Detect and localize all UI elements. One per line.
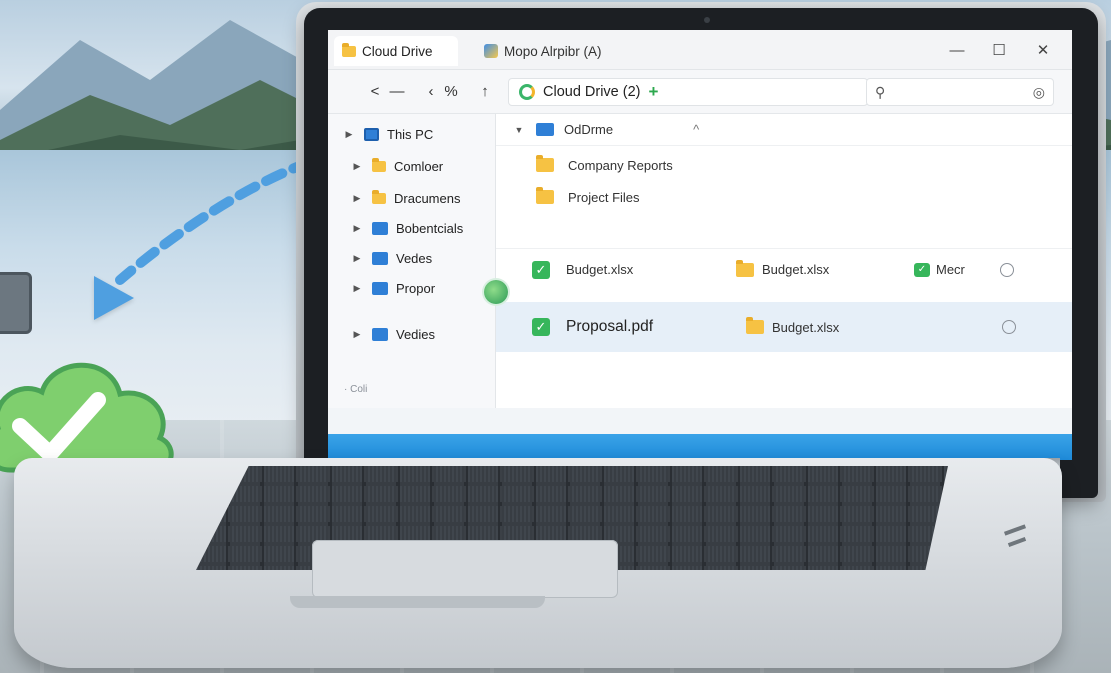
folder-icon (536, 155, 554, 172)
sidebar-item-dracumens[interactable]: ▶ Dracumens (350, 186, 460, 210)
sort-icon[interactable]: ^ (693, 122, 699, 137)
chevron-right-icon[interactable]: ▶ (350, 193, 364, 204)
sidebar-item-vedies[interactable]: ▶ Vedies (350, 322, 436, 346)
address-text: Cloud Drive (2) (543, 84, 641, 100)
sidebar-item-label: This PC (387, 126, 434, 142)
select-radio[interactable] (1002, 320, 1016, 334)
list-item-selected[interactable]: ✓ Proposal.pdf Budget.xlsx (496, 302, 1072, 352)
tab-second[interactable]: Mopo Alrpibr (A) (478, 36, 618, 66)
taskbar (328, 408, 1072, 460)
folder-icon (342, 42, 356, 57)
webcam-icon (704, 17, 710, 23)
chevron-right-icon[interactable]: ▶ (350, 283, 364, 294)
nav-prev-button[interactable]: ‹ (420, 78, 442, 104)
chevron-right-icon[interactable]: ▶ (350, 223, 364, 234)
search-options-icon[interactable]: ◎ (1033, 84, 1045, 101)
search-input[interactable]: ⚲ ◎ (866, 78, 1054, 106)
add-icon[interactable]: + (649, 82, 659, 102)
tab-label: Mopo Alrpibr (A) (504, 43, 602, 59)
trackpad (312, 540, 618, 598)
usb-ports-icon (1003, 524, 1027, 547)
chevron-right-icon[interactable]: ▶ (350, 253, 364, 264)
maximize-button[interactable]: ☐ (980, 36, 1018, 64)
folder-icon (746, 317, 764, 334)
folder-icon (372, 157, 386, 172)
sidebar: ▶ This PC ▶ Comloer ▶ Dracumens ▶ Bobent… (328, 114, 496, 408)
sidebar-item-bobentcials[interactable]: ▶ Bobentcials (350, 216, 464, 240)
file-location: Budget.xlsx (772, 319, 840, 335)
sidebar-footer: · Coli (344, 384, 368, 395)
dash-button[interactable]: — (386, 78, 408, 104)
check-icon: ✓ (532, 318, 550, 336)
search-icon: ⚲ (875, 83, 886, 100)
list-header-label: OdDrme (564, 122, 614, 137)
close-button[interactable]: ✕ (1024, 36, 1062, 64)
sync-status-icon (484, 280, 508, 304)
folder-icon (372, 281, 388, 295)
list-item[interactable]: Project Files (496, 182, 1072, 212)
sidebar-item-label: Bobentcials (396, 220, 464, 236)
list-item[interactable]: Company Reports (496, 150, 1072, 180)
list-item[interactable]: ✓ Budget.xlsx Budget.xlsx ✓ Mecr (496, 248, 1072, 290)
address-bar[interactable]: Cloud Drive (2) + (508, 78, 868, 106)
file-location: Budget.xlsx (762, 262, 830, 277)
list-header[interactable]: ▼ OdDrme ^ (496, 114, 1072, 146)
select-radio[interactable] (1000, 263, 1014, 277)
minimize-button[interactable]: — (938, 36, 976, 64)
arrow-head-icon (94, 276, 134, 320)
app-icon (484, 44, 498, 58)
folder-icon (536, 187, 554, 204)
navigation-toolbar: < — ‹ % ↑ Cloud Drive (2) + ⚲ ◎ (328, 70, 1072, 114)
file-name: Budget.xlsx (566, 262, 634, 277)
tab-label: Cloud Drive (362, 43, 433, 59)
file-status: Mecr (936, 262, 965, 277)
folder-icon (372, 189, 386, 204)
nav-options-button[interactable]: % (440, 78, 462, 104)
sidebar-item-label: Comloer (394, 158, 444, 174)
back-button[interactable]: < (364, 78, 386, 104)
chevron-down-icon[interactable]: ▼ (512, 125, 526, 135)
sidebar-item-propor[interactable]: ▶ Propor (350, 276, 436, 300)
check-icon: ✓ (532, 260, 550, 279)
sidebar-item-comloer[interactable]: ▶ Comloer (350, 154, 443, 178)
tab-cloud-drive[interactable]: Cloud Drive (334, 36, 458, 66)
sidebar-item-label: Vedes (396, 250, 433, 266)
sidebar-item-vedes[interactable]: ▶ Vedes (350, 246, 433, 270)
file-list: ▼ OdDrme ^ Company Reports Project Files… (496, 114, 1072, 408)
chevron-right-icon[interactable]: ▶ (350, 329, 364, 340)
file-name: Company Reports (568, 157, 673, 173)
chevron-right-icon[interactable]: ▶ (350, 161, 364, 172)
file-name: Proposal.pdf (566, 318, 654, 335)
folder-icon (736, 259, 754, 277)
folder-icon (372, 327, 388, 341)
pc-icon (364, 127, 379, 141)
laptop-screen: Cloud Drive Mopo Alrpibr (A) — ☐ ✕ < — ‹… (328, 30, 1072, 460)
file-name: Project Files (568, 189, 640, 205)
up-button[interactable]: ↑ (474, 78, 496, 104)
chevron-right-icon[interactable]: ▶ (342, 129, 356, 140)
cloud-folder-icon (536, 123, 554, 136)
external-drive-icon (0, 272, 32, 334)
sidebar-item-this-pc[interactable]: ▶ This PC (342, 122, 434, 146)
scene: Cloud Drive Mopo Alrpibr (A) — ☐ ✕ < — ‹… (0, 0, 1111, 673)
title-bar: Cloud Drive Mopo Alrpibr (A) — ☐ ✕ (328, 30, 1072, 70)
laptop-front-lip (290, 596, 545, 608)
sidebar-item-label: Vedies (396, 326, 436, 342)
folder-icon (372, 221, 388, 235)
cloud-drive-icon (519, 84, 535, 100)
sidebar-item-label: Dracumens (394, 190, 461, 206)
folder-icon (372, 251, 388, 265)
check-icon: ✓ (914, 262, 930, 277)
sidebar-item-label: Propor (396, 280, 436, 296)
